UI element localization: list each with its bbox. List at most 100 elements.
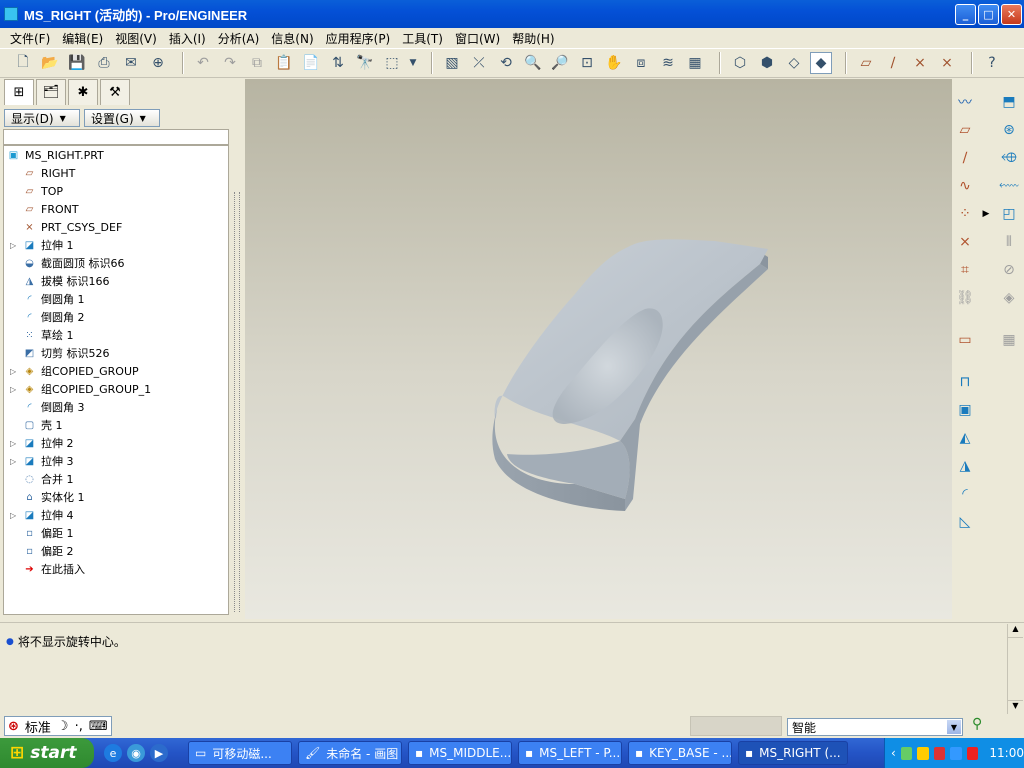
expand-icon[interactable]: ▷ xyxy=(10,367,16,376)
new-file-icon[interactable]: 🗋 xyxy=(12,52,34,74)
flyout-arrow-icon[interactable]: ▶ xyxy=(980,203,992,225)
sweep-tool-icon[interactable]: ⬲ xyxy=(998,147,1020,169)
explorer-icon[interactable]: ◉ xyxy=(127,744,145,762)
traffic-light-icon[interactable]: ⚲ xyxy=(972,716,982,732)
datum-plane-tool-icon[interactable]: ▱ xyxy=(954,119,976,141)
tree-item[interactable]: ▷ ◪ 拉伸 4 xyxy=(10,506,74,524)
print-icon[interactable]: ⎙ xyxy=(93,52,115,74)
mirror-tool-icon[interactable]: ⫴ xyxy=(998,231,1020,253)
hidden-line-icon[interactable]: ⬢ xyxy=(756,52,778,74)
task-paint[interactable]: 🖌 未命名 - 画图 xyxy=(298,741,402,765)
task-key-base[interactable]: ▪ KEY_BASE - ... xyxy=(628,741,732,765)
task-ms-middle[interactable]: ▪ MS_MIDDLE... xyxy=(408,741,512,765)
tree-item[interactable]: ➔ 在此插入 xyxy=(23,560,85,578)
menu-edit[interactable]: 编辑(E) xyxy=(56,30,109,47)
draft-tool-icon[interactable]: ◮ xyxy=(954,455,976,477)
update-icon[interactable] xyxy=(950,746,962,760)
tree-item[interactable]: ◌ 合并 1 xyxy=(23,470,73,488)
half-width-icon[interactable]: ☽ xyxy=(54,717,72,735)
refit-icon[interactable]: ⊡ xyxy=(576,52,598,74)
menu-help[interactable]: 帮助(H) xyxy=(506,30,560,47)
sketch-tool-icon[interactable]: ▭ xyxy=(954,329,976,351)
close-button[interactable]: ✕ xyxy=(1001,4,1022,25)
redo-icon[interactable]: ↷ xyxy=(219,52,241,74)
tree-item[interactable]: ▱ RIGHT xyxy=(23,164,76,182)
hole-tool-icon[interactable]: ⊓ xyxy=(954,371,976,393)
menu-info[interactable]: 信息(N) xyxy=(265,30,319,47)
show-dropdown[interactable]: 显示(D) ▼ xyxy=(4,109,80,127)
regenerate-icon[interactable]: ⇅ xyxy=(327,52,349,74)
menu-window[interactable]: 窗口(W) xyxy=(449,30,506,47)
menu-analysis[interactable]: 分析(A) xyxy=(212,30,266,47)
datum-axis-tool-icon[interactable]: ∕ xyxy=(954,147,976,169)
expand-icon[interactable]: ▷ xyxy=(10,385,16,394)
tree-item[interactable]: ▣ MS_RIGHT.PRT xyxy=(7,146,104,164)
tree-filter-box[interactable] xyxy=(3,129,229,145)
trim-tool-icon[interactable]: ◈ xyxy=(998,287,1020,309)
shell-tool-icon[interactable]: ▣ xyxy=(954,399,976,421)
menu-file[interactable]: 文件(F) xyxy=(4,30,56,47)
merge-tool-icon[interactable]: ⊘ xyxy=(998,259,1020,281)
save-icon[interactable]: 💾 xyxy=(66,52,88,74)
task-ms-left[interactable]: ▪ MS_LEFT - P... xyxy=(518,741,622,765)
tree-item[interactable]: ◩ 切剪 标识526 xyxy=(23,344,110,362)
media-player-icon[interactable]: ▶ xyxy=(150,744,168,762)
menu-tools[interactable]: 工具(T) xyxy=(396,30,449,47)
no-hidden-icon[interactable]: ◇ xyxy=(783,52,805,74)
datum-curve-sketch-icon[interactable]: 〰 xyxy=(954,91,976,113)
ime-mode[interactable]: 标准 xyxy=(22,717,54,736)
model-tree-tab[interactable]: ⊞ xyxy=(4,79,34,105)
zoom-out-icon[interactable]: 🔎 xyxy=(549,52,571,74)
view-manager-icon[interactable]: ▦ xyxy=(684,52,706,74)
copy-icon[interactable]: ⧉ xyxy=(246,52,268,74)
minimize-button[interactable]: _ xyxy=(955,4,976,25)
blend-tool-icon[interactable]: ⬳ xyxy=(998,175,1020,197)
analysis-feature-icon[interactable]: ⌗ xyxy=(954,259,976,281)
ime-toolbar[interactable]: ⊛ 标准 ☽ ·, ⌨ xyxy=(4,716,112,736)
extrude-tool-icon[interactable]: ⬒ xyxy=(998,91,1020,113)
paste-special-icon[interactable]: 📄 xyxy=(300,52,322,74)
tree-item[interactable]: ▷ ◈ 组COPIED_GROUP xyxy=(10,362,139,380)
selection-filter[interactable]: 智能 ▼ xyxy=(787,718,963,736)
tree-item[interactable]: ▫ 偏距 1 xyxy=(23,524,73,542)
menu-view[interactable]: 视图(V) xyxy=(109,30,163,47)
send-mail-icon[interactable]: ✉ xyxy=(120,52,142,74)
ie-icon[interactable]: e xyxy=(104,744,122,762)
layers-icon[interactable]: ≋ xyxy=(657,52,679,74)
revolve-tool-icon[interactable]: ⊛ xyxy=(998,119,1020,141)
datum-point-tool-icon[interactable]: ⁘ xyxy=(954,203,976,225)
graphics-window[interactable] xyxy=(245,79,952,619)
rib-tool-icon[interactable]: ◭ xyxy=(954,427,976,449)
tree-item[interactable]: ▷ ◈ 组COPIED_GROUP_1 xyxy=(10,380,151,398)
tree-item[interactable]: ◮ 拔模 标识166 xyxy=(23,272,110,290)
tree-item[interactable]: ◜ 倒圆角 3 xyxy=(23,398,85,416)
csys-display-icon[interactable]: ⨯ xyxy=(936,52,958,74)
paste-icon[interactable]: 📋 xyxy=(273,52,295,74)
orient-mode-icon[interactable]: ⟲ xyxy=(495,52,517,74)
task-ms-right[interactable]: ▪ MS_RIGHT (... xyxy=(738,741,848,765)
expand-icon[interactable]: ▷ xyxy=(10,241,16,250)
datum-axis-display-icon[interactable]: ∕ xyxy=(882,52,904,74)
tree-item[interactable]: ▷ ◪ 拉伸 2 xyxy=(10,434,74,452)
favorites-tab[interactable]: ✱ xyxy=(68,79,98,105)
tree-item[interactable]: ▢ 壳 1 xyxy=(23,416,63,434)
tree-item[interactable]: ◜ 倒圆角 2 xyxy=(23,308,85,326)
start-button[interactable]: ⊞ start xyxy=(0,738,94,768)
repaint-icon[interactable]: ▧ xyxy=(441,52,463,74)
network-icon[interactable] xyxy=(900,746,913,760)
expand-icon[interactable]: ▷ xyxy=(10,457,16,466)
tree-item[interactable]: ▱ FRONT xyxy=(23,200,79,218)
spin-center-icon[interactable]: ⤫ xyxy=(468,52,490,74)
message-scrollbar[interactable]: ▲ ▼ xyxy=(1007,624,1023,714)
menu-insert[interactable]: 插入(I) xyxy=(163,30,212,47)
panel-splitter[interactable] xyxy=(232,80,242,620)
tree-item[interactable]: ◒ 截面圆顶 标识66 xyxy=(23,254,124,272)
connections-tab[interactable]: ⚒ xyxy=(100,79,130,105)
selection-box-icon[interactable]: ⬚ xyxy=(381,52,403,74)
datum-point-display-icon[interactable]: × xyxy=(909,52,931,74)
context-help-icon[interactable]: ? xyxy=(981,52,1003,74)
round-tool-icon[interactable]: ◜ xyxy=(954,483,976,505)
settings-dropdown[interactable]: 设置(G) ▼ xyxy=(84,109,160,127)
kingsoft-icon[interactable] xyxy=(966,746,979,760)
task-removable-disk[interactable]: ▭ 可移动磁... xyxy=(188,741,292,765)
